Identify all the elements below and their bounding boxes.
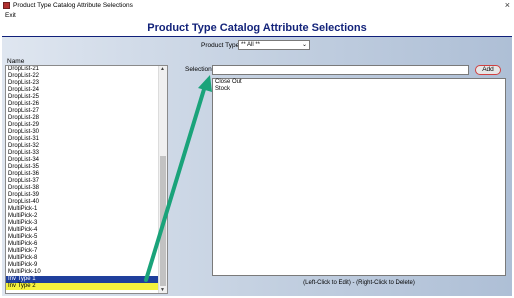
name-list-item[interactable]: MultiPick-5 <box>6 234 160 241</box>
page-header: Product Type Catalog Attribute Selection… <box>2 20 512 37</box>
name-list-item[interactable]: MultiPick-2 <box>6 213 160 220</box>
name-list-item[interactable]: DropList-21 <box>6 66 160 73</box>
name-list-item[interactable]: DropList-32 <box>6 143 160 150</box>
product-type-label: Product Type: <box>201 42 241 49</box>
scroll-thumb[interactable] <box>160 156 166 286</box>
name-list-item[interactable]: MultiPick-8 <box>6 255 160 262</box>
name-list-item[interactable]: MultiPick-7 <box>6 248 160 255</box>
name-list-item[interactable]: DropList-27 <box>6 108 160 115</box>
name-list-item[interactable]: DropList-40 <box>6 199 160 206</box>
product-type-select[interactable]: ** All ** ⌄ <box>238 40 310 50</box>
name-list-item[interactable]: DropList-36 <box>6 171 160 178</box>
window-title: Product Type Catalog Attribute Selection… <box>13 2 133 9</box>
name-list-item[interactable]: DropList-38 <box>6 185 160 192</box>
add-button[interactable]: Add <box>475 65 501 75</box>
name-list-item[interactable]: DropList-30 <box>6 129 160 136</box>
name-list[interactable]: DropList-21 DropList-22 DropList-23 DropLis… <box>5 65 168 294</box>
scroll-up-icon[interactable]: ▲ <box>160 66 165 72</box>
name-list-items: DropList-21 DropList-22 DropList-23 DropLis… <box>6 66 160 290</box>
name-list-item[interactable]: DropList-22 <box>6 73 160 80</box>
scroll-down-icon[interactable]: ▼ <box>160 287 165 293</box>
page-title: Product Type Catalog Attribute Selection… <box>147 22 367 34</box>
name-list-item[interactable]: DropList-31 <box>6 136 160 143</box>
selection-list-item[interactable]: Stock <box>213 86 505 93</box>
menu-bar: Exit <box>0 11 514 20</box>
name-list-item[interactable]: DropList-23 <box>6 80 160 87</box>
name-list-item[interactable]: DropList-28 <box>6 115 160 122</box>
name-list-item[interactable]: DropList-24 <box>6 87 160 94</box>
name-list-item[interactable]: MultiPick-4 <box>6 227 160 234</box>
product-type-value: ** All ** <box>241 42 261 48</box>
name-list-scrollbar[interactable]: ▲ ▼ <box>158 66 167 293</box>
menu-exit[interactable]: Exit <box>5 11 16 20</box>
title-bar: Product Type Catalog Attribute Selection… <box>0 0 514 11</box>
footer-note: (Left-Click to Edit) - (Right-Click to D… <box>303 280 415 286</box>
name-list-item[interactable]: DropList-39 <box>6 192 160 199</box>
name-list-item[interactable]: DropList-29 <box>6 122 160 129</box>
selection-label: Selection: <box>185 66 214 73</box>
close-icon[interactable]: × <box>505 0 510 11</box>
name-list-item[interactable]: DropList-34 <box>6 157 160 164</box>
chevron-down-icon: ⌄ <box>301 42 307 48</box>
name-list-item[interactable]: DropList-25 <box>6 94 160 101</box>
name-list-item[interactable]: MultiPick-10 <box>6 269 160 276</box>
name-list-item[interactable]: MultiPick-6 <box>6 241 160 248</box>
name-list-item[interactable]: MultiPick-3 <box>6 220 160 227</box>
name-list-item[interactable]: MultiPick-1 <box>6 206 160 213</box>
name-list-item[interactable]: DropList-35 <box>6 164 160 171</box>
name-list-item[interactable]: DropList-37 <box>6 178 160 185</box>
app-icon <box>3 2 10 9</box>
selection-list[interactable]: Close Out Stock <box>212 78 506 276</box>
name-list-item[interactable]: MultiPick-9 <box>6 262 160 269</box>
name-list-item[interactable]: DropList-33 <box>6 150 160 157</box>
selection-list-item[interactable]: Close Out <box>213 79 505 86</box>
name-list-item[interactable]: Inv Type 2 <box>6 283 160 290</box>
name-list-item[interactable]: Inv Type 1 <box>6 276 160 283</box>
name-list-item[interactable]: DropList-26 <box>6 101 160 108</box>
selection-input[interactable] <box>212 65 469 75</box>
